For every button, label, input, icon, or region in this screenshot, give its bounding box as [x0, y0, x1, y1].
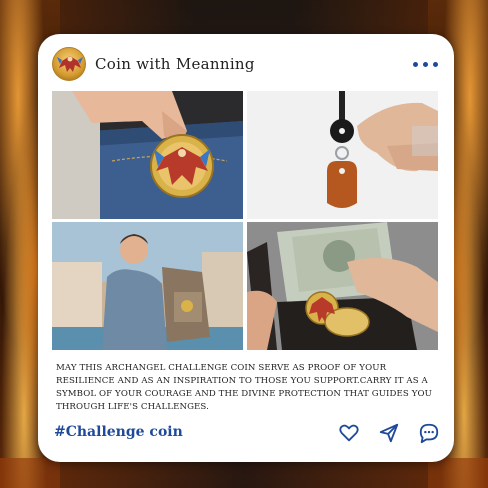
background-flame-bottom — [0, 458, 488, 488]
post-title: Coin with Meanning — [95, 55, 255, 73]
photo-grid — [52, 91, 438, 351]
avatar[interactable] — [52, 47, 86, 81]
photo-keychain[interactable] — [247, 91, 438, 219]
post-card: Coin with Meanning MAY THIS ARCHANGEL CH… — [38, 34, 454, 462]
heart-icon[interactable] — [338, 422, 360, 444]
send-icon[interactable] — [378, 422, 400, 444]
archangel-icon — [57, 56, 83, 72]
photo-coin-pocket[interactable] — [52, 91, 243, 219]
photo-wallet[interactable] — [247, 222, 438, 350]
more-dots-icon[interactable] — [411, 56, 440, 73]
post-actions — [338, 422, 440, 444]
photo-backpack-man[interactable] — [52, 222, 243, 350]
post-header: Coin with Meanning — [52, 44, 440, 84]
hashtag-link[interactable]: #Challenge coin — [54, 424, 183, 440]
comment-icon[interactable] — [418, 422, 440, 444]
post-caption: MAY THIS ARCHANGEL CHALLENGE COIN SERVE … — [56, 363, 432, 412]
